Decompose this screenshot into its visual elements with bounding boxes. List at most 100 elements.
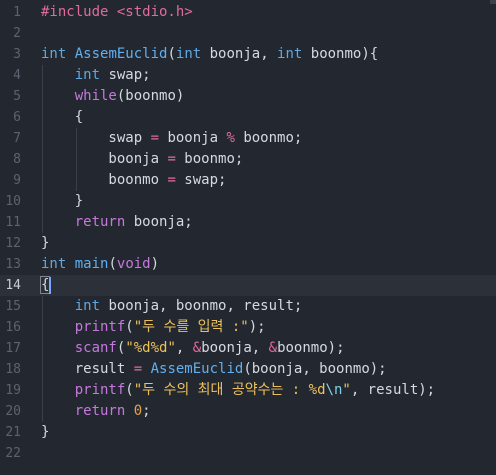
code-token: return [74,214,126,230]
code-token: 0 [133,403,143,419]
code-token: scanf [74,340,117,356]
code-line[interactable]: 18 result = AssemEuclid(boonja, boonmo); [0,359,496,380]
code-line[interactable]: 5 while(boonmo) [0,86,496,107]
code-token: = [167,172,176,188]
code-token: (boonja, boonmo); [243,361,387,377]
code-line[interactable]: 13 int main(void) [0,254,496,275]
code-token: } [41,424,50,440]
code-token: result [41,361,134,377]
code-line[interactable]: 3 int AssemEuclid(int boonja, int boonmo)… [0,44,496,65]
code-line[interactable]: 7 swap = boonja % boonmo; [0,128,496,149]
code-line[interactable]: 17 scanf("%d%d", &boonja, &boonmo); [0,338,496,359]
code-line[interactable]: 2 [0,23,496,44]
code-token: , [175,340,193,356]
code-token: "%d%d" [125,340,176,356]
code-text: scanf("%d%d", &boonja, &boonmo); [41,338,345,359]
line-number: 14 [5,278,21,293]
code-token: } [41,193,84,209]
code-text: result = AssemEuclid(boonja, boonmo); [41,359,387,380]
code-token: void [116,256,151,272]
code-line[interactable]: 4 int swap; [0,65,496,86]
line-number: 8 [13,152,21,167]
code-text: { [41,107,83,128]
code-text: swap = boonja % boonmo; [41,128,302,149]
code-line[interactable]: 15 int boonja, boonmo, result; [0,296,496,317]
code-text: printf("두 수를 입력 :"); [41,317,266,338]
code-line[interactable]: 8 boonja = boonmo; [0,149,496,170]
line-number: 22 [5,446,21,461]
code-line[interactable]: 22 [0,443,496,464]
code-line[interactable]: 14{ [0,275,496,296]
code-token: ); [248,319,266,335]
line-number: 21 [5,425,21,440]
line-number: 15 [5,299,21,314]
code-token: boonmo){ [302,46,379,62]
code-token: swap; [175,172,227,188]
code-line[interactable]: 6 { [0,107,496,128]
indent-guide [42,65,43,233]
code-token: printf [74,382,126,398]
code-line[interactable]: 11 return boonja; [0,212,496,233]
code-line[interactable]: 16 printf("두 수를 입력 :"); [0,317,496,338]
code-text: } [41,233,49,254]
code-token: boonja, boonmo, result; [100,298,303,314]
code-token: boonja [159,130,227,146]
code-area[interactable]: 1 #include <stdio.h> 2 3 int AssemEuclid(int… [0,0,496,475]
code-text: boonja = boonmo; [41,149,243,170]
code-line[interactable]: 19 printf("두 수의 최대 공약수는 : %d\n", result)… [0,380,496,401]
code-text: return 0; [41,401,151,422]
code-token: = [167,151,176,167]
code-text: boonmo = swap; [41,170,226,191]
code-token: int [74,298,101,314]
code-token: ( [125,319,134,335]
indent-guide [75,128,77,191]
code-token: boonmo; [175,151,244,167]
code-token: ( [125,382,134,398]
code-token: boonmo); [277,340,345,356]
code-line[interactable]: 9 boonmo = swap; [0,170,496,191]
code-token: , result); [350,382,436,398]
code-token: \n [325,382,343,398]
code-token: boonja [41,151,168,167]
code-token: int [41,256,67,272]
code-token: & [192,340,202,356]
line-number: 16 [5,320,21,335]
code-token: & [268,340,278,356]
line-number: 5 [13,89,21,104]
code-token: "두 수의 최대 공약수는 : %d [133,382,326,398]
scrollbar-indicator[interactable] [490,0,496,4]
code-token: ( [167,46,176,62]
code-line[interactable]: 21} [0,422,496,443]
line-number: 18 [5,362,21,377]
code-text: return boonja; [41,212,193,233]
code-token: return [74,403,126,419]
code-line[interactable]: 20 return 0; [0,401,496,422]
line-number: 6 [13,110,21,125]
code-token: ; [142,403,151,419]
code-editor[interactable]: 1 #include <stdio.h> 2 3 int AssemEuclid(int… [0,0,496,475]
code-line[interactable]: 1 #include <stdio.h> [0,2,496,23]
code-line[interactable]: 12} [0,233,496,254]
code-token: "두 수를 입력 :" [133,319,249,335]
code-text: #include <stdio.h> [41,2,193,23]
code-token: ( [108,256,117,272]
code-line[interactable]: 10 } [0,191,496,212]
code-token: % [226,130,235,146]
code-token: int [277,46,303,62]
text-cursor [49,277,52,294]
line-number: 1 [13,5,21,20]
code-token: boonja, [201,340,269,356]
line-number: 12 [5,236,21,251]
code-token: while [74,88,117,104]
code-text: } [41,422,49,443]
code-token: #include <stdio.h> [41,4,193,20]
line-number: 3 [13,47,21,62]
indent-guide [42,296,43,422]
